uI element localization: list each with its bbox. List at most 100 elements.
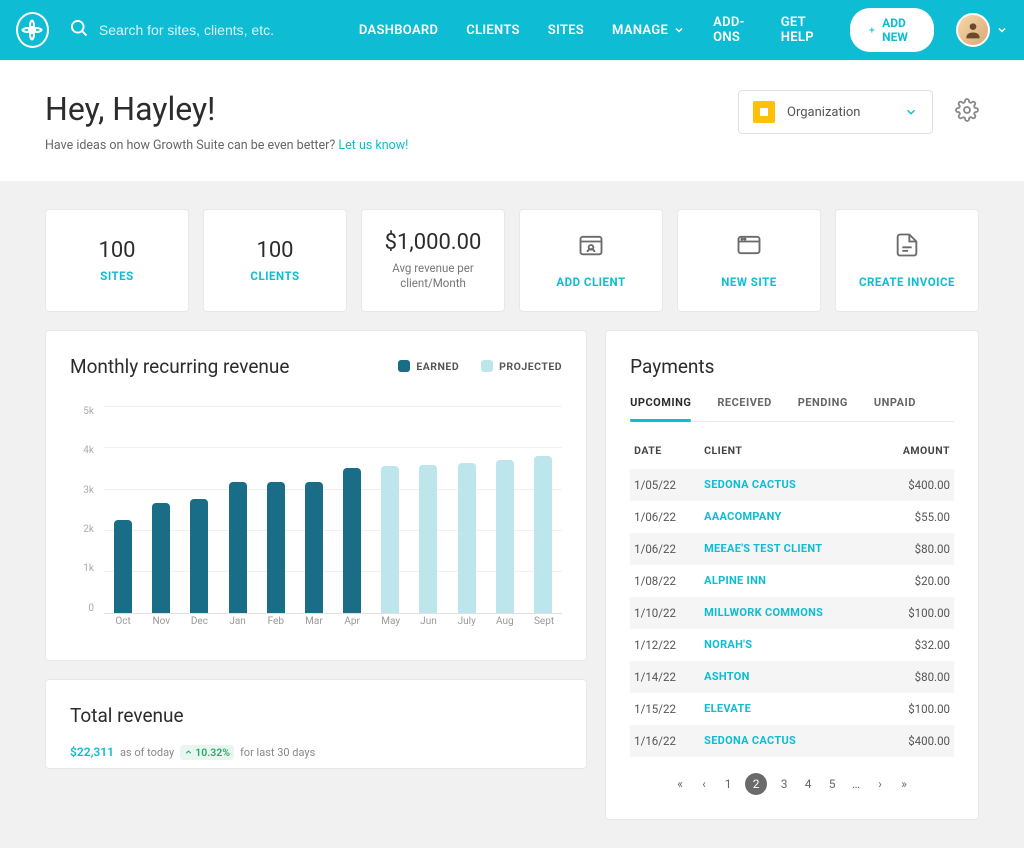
page-next[interactable]: › bbox=[873, 777, 887, 791]
column-client: CLIENT bbox=[704, 444, 874, 457]
chevron-down-icon bbox=[904, 105, 918, 119]
tab-received[interactable]: RECEIVED bbox=[717, 396, 771, 421]
x-label: July bbox=[458, 616, 476, 636]
nav-sites[interactable]: SITES bbox=[548, 23, 584, 38]
column-amount: AMOUNT bbox=[874, 444, 950, 457]
table-row: 1/15/22ELEVATE$100.00 bbox=[630, 693, 954, 725]
payments-table: DATE CLIENT AMOUNT 1/05/22SEDONA CACTUS$… bbox=[630, 432, 954, 757]
header-bar: Hey, Hayley! Have ideas on how Growth Su… bbox=[0, 60, 1024, 181]
stat-clients[interactable]: 100 CLIENTS bbox=[203, 209, 347, 312]
action-label: NEW SITE bbox=[721, 275, 776, 289]
organization-icon bbox=[753, 101, 775, 123]
column-date: DATE bbox=[634, 444, 704, 457]
chart-legend: EARNED PROJECTED bbox=[398, 360, 562, 373]
tab-upcoming[interactable]: UPCOMING bbox=[630, 396, 691, 421]
total-revenue-amount: $22,311 bbox=[70, 745, 114, 759]
tab-unpaid[interactable]: UNPAID bbox=[874, 396, 916, 421]
create-invoice-button[interactable]: CREATE INVOICE bbox=[835, 209, 979, 312]
nav-help[interactable]: GET HELP bbox=[781, 15, 823, 45]
new-site-button[interactable]: NEW SITE bbox=[677, 209, 821, 312]
cell-date: 1/05/22 bbox=[634, 478, 704, 492]
legend-label: PROJECTED bbox=[499, 360, 562, 373]
x-label: Sept bbox=[534, 616, 552, 636]
x-label: Oct bbox=[114, 616, 132, 636]
arrow-up-icon bbox=[184, 748, 193, 757]
top-nav: DASHBOARD CLIENTS SITES MANAGE ADD-ONS G… bbox=[0, 0, 1024, 60]
cell-amount: $100.00 bbox=[874, 702, 950, 716]
page-5[interactable]: 5 bbox=[825, 777, 839, 791]
nav-manage[interactable]: MANAGE bbox=[612, 23, 685, 38]
organization-select[interactable]: Organization bbox=[738, 90, 933, 134]
greeting-title: Hey, Hayley! bbox=[45, 90, 408, 128]
y-tick: 3k bbox=[70, 485, 94, 496]
page-4[interactable]: 4 bbox=[801, 777, 815, 791]
cell-client-link[interactable]: ALPINE INN bbox=[704, 574, 874, 587]
page-1[interactable]: 1 bbox=[721, 777, 735, 791]
cell-date: 1/06/22 bbox=[634, 510, 704, 524]
payments-tabs: UPCOMING RECEIVED PENDING UNPAID bbox=[630, 396, 954, 422]
cell-date: 1/06/22 bbox=[634, 542, 704, 556]
add-new-button[interactable]: ADD NEW bbox=[850, 8, 934, 52]
nav-clients[interactable]: CLIENTS bbox=[466, 23, 520, 38]
table-row: 1/06/22AAACOMPANY$55.00 bbox=[630, 501, 954, 533]
total-revenue-change: 10.32% bbox=[180, 745, 234, 760]
cell-client-link[interactable]: MEEAE'S TEST CLIENT bbox=[704, 542, 874, 555]
cell-client-link[interactable]: SEDONA CACTUS bbox=[704, 734, 874, 747]
cell-client-link[interactable]: ELEVATE bbox=[704, 702, 874, 715]
cell-date: 1/15/22 bbox=[634, 702, 704, 716]
total-revenue-title: Total revenue bbox=[70, 704, 562, 727]
page-3[interactable]: 3 bbox=[777, 777, 791, 791]
x-label: Nov bbox=[152, 616, 170, 636]
cell-client-link[interactable]: NORAH'S bbox=[704, 638, 874, 651]
plus-icon bbox=[868, 24, 876, 36]
cell-client-link[interactable]: MILLWORK COMMONS bbox=[704, 606, 874, 619]
chart-bar bbox=[229, 482, 247, 612]
y-tick: 1k bbox=[70, 563, 94, 574]
legend-earned: EARNED bbox=[398, 360, 459, 373]
action-label: CREATE INVOICE bbox=[859, 275, 955, 289]
cell-amount: $400.00 bbox=[874, 478, 950, 492]
stat-value: $1,000.00 bbox=[385, 230, 482, 255]
nav-addons[interactable]: ADD-ONS bbox=[713, 15, 753, 45]
settings-button[interactable] bbox=[955, 98, 979, 126]
nav-dashboard[interactable]: DASHBOARD bbox=[359, 23, 438, 38]
chart-bar bbox=[267, 482, 285, 612]
chart-plot bbox=[104, 406, 562, 614]
greeting-subtitle: Have ideas on how Growth Suite can be ev… bbox=[45, 138, 408, 153]
x-label: Feb bbox=[267, 616, 285, 636]
add-client-button[interactable]: ADD CLIENT bbox=[519, 209, 663, 312]
search-icon[interactable] bbox=[69, 18, 89, 42]
chart-bar bbox=[496, 460, 514, 613]
chevron-down-icon bbox=[996, 24, 1008, 36]
chart-bar bbox=[190, 499, 208, 613]
page-2[interactable]: 2 bbox=[745, 773, 767, 795]
x-label: May bbox=[381, 616, 399, 636]
create-invoice-icon bbox=[893, 231, 921, 263]
revenue-chart-panel: Monthly recurring revenue EARNED PROJECT… bbox=[45, 330, 587, 661]
logo[interactable] bbox=[16, 12, 49, 48]
chart-title: Monthly recurring revenue bbox=[70, 355, 398, 378]
page-first[interactable]: « bbox=[673, 777, 687, 791]
x-label: Apr bbox=[343, 616, 361, 636]
cell-client-link[interactable]: SEDONA CACTUS bbox=[704, 478, 874, 491]
table-row: 1/05/22SEDONA CACTUS$400.00 bbox=[630, 469, 954, 501]
search-input[interactable] bbox=[99, 22, 329, 38]
avatar bbox=[956, 13, 990, 47]
page-…[interactable]: … bbox=[849, 777, 863, 791]
subtitle-link[interactable]: Let us know! bbox=[338, 138, 408, 153]
payments-title: Payments bbox=[630, 355, 954, 378]
page-last[interactable]: » bbox=[897, 777, 911, 791]
cell-client-link[interactable]: ASHTON bbox=[704, 670, 874, 683]
user-menu[interactable] bbox=[956, 13, 1008, 47]
legend-projected: PROJECTED bbox=[481, 360, 562, 373]
page-prev[interactable]: ‹ bbox=[697, 777, 711, 791]
cell-client-link[interactable]: AAACOMPANY bbox=[704, 510, 874, 523]
main-row: Monthly recurring revenue EARNED PROJECT… bbox=[45, 330, 979, 820]
stat-sites[interactable]: 100 SITES bbox=[45, 209, 189, 312]
organization-label: Organization bbox=[787, 105, 892, 120]
tab-pending[interactable]: PENDING bbox=[798, 396, 848, 421]
total-revenue-period: for last 30 days bbox=[240, 746, 315, 759]
y-tick: 0 bbox=[70, 603, 94, 614]
chart-bar bbox=[458, 463, 476, 613]
cell-amount: $32.00 bbox=[874, 638, 950, 652]
